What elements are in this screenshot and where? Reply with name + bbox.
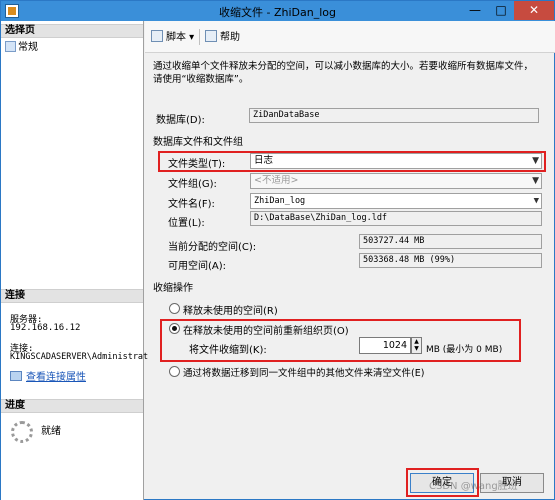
shrink-file-dialog: 收缩文件 - ZhiDan_log — □ ✕ 选择页 常规 连接 服务器: 1…	[0, 0, 555, 500]
script-icon	[151, 30, 163, 42]
title-bar[interactable]: 收缩文件 - ZhiDan_log — □ ✕	[1, 1, 554, 21]
page-icon	[5, 41, 16, 52]
watermark: CSDN @wang胜班	[429, 481, 518, 492]
connection-properties-icon	[10, 371, 22, 381]
close-button[interactable]: ✕	[514, 1, 554, 20]
reorganize-label: 在释放未使用的空间前重新组织页(O)	[183, 326, 349, 337]
chevron-down-icon: ▼	[533, 196, 539, 206]
available-space-field: 503368.48 MB (99%)	[359, 253, 542, 268]
connection-value: KINGSCADASERVER\Administrat	[10, 352, 149, 362]
filegroup-label: 文件组(G):	[168, 179, 217, 190]
location-field: D:\DataBase\ZhiDan_log.ldf	[250, 211, 542, 226]
available-space-label: 可用空间(A):	[168, 261, 227, 272]
database-label: 数据库(D):	[156, 115, 205, 126]
shrink-to-input[interactable]: 1024	[359, 337, 411, 354]
server-value: 192.168.16.12	[10, 323, 81, 333]
filename-label: 文件名(F):	[168, 199, 215, 210]
connection-header: 连接	[1, 289, 143, 303]
shrink-to-spinner[interactable]: ▲ ▼	[411, 337, 422, 354]
filegroup-select: <不适用> ▼	[250, 173, 542, 189]
filegroup-value: <不适用>	[254, 175, 299, 186]
progress-status: 就绪	[41, 426, 61, 437]
help-icon	[205, 30, 217, 42]
file-type-value: 日志	[254, 155, 274, 166]
empty-file-label: 通过将数据迁移到同一文件组中的其他文件来清空文件(E)	[183, 368, 425, 379]
spin-down-icon[interactable]: ▼	[414, 345, 419, 352]
allocated-space-field: 503727.44 MB	[359, 234, 542, 249]
shrink-to-label: 将文件收缩到(K):	[189, 345, 267, 356]
page-item-general[interactable]: 常规	[5, 41, 38, 55]
minimize-button[interactable]: —	[462, 1, 488, 20]
page-item-label: 常规	[18, 42, 38, 53]
reorganize-radio[interactable]	[169, 323, 180, 334]
view-connection-properties-link[interactable]: 查看连接属性	[10, 368, 86, 383]
files-group-header: 数据库文件和文件组	[153, 137, 243, 148]
info-text: 通过收缩单个文件释放未分配的空间，可以减小数据库的大小。若要收缩所有数据库文件，…	[153, 61, 534, 85]
shrink-action-header: 收缩操作	[153, 283, 193, 294]
help-button[interactable]: 帮助	[205, 30, 240, 44]
left-panel: 选择页 常规 连接 服务器: 192.168.16.12 连接: KINGSCA…	[1, 21, 148, 500]
progress-spinner-icon	[11, 421, 33, 443]
release-unused-label: 释放未使用的空间(R)	[183, 306, 278, 317]
filename-value: ZhiDan_log	[254, 196, 306, 206]
script-label: 脚本 ▾	[166, 32, 195, 43]
toolbar-separator	[199, 29, 200, 45]
script-button[interactable]: 脚本 ▾	[151, 30, 194, 44]
select-page-header: 选择页	[1, 24, 143, 38]
progress-header: 进度	[1, 399, 143, 413]
view-connection-properties-label: 查看连接属性	[26, 372, 86, 383]
file-type-select[interactable]: 日志 ▼	[250, 153, 542, 169]
toolbar: 脚本 ▾ 帮助	[145, 21, 555, 53]
empty-file-radio[interactable]	[169, 366, 180, 377]
allocated-space-label: 当前分配的空间(C):	[168, 242, 257, 253]
shrink-to-unit: MB (最小为 0 MB)	[426, 345, 503, 355]
spin-up-icon[interactable]: ▲	[414, 338, 419, 345]
maximize-button[interactable]: □	[488, 1, 514, 20]
release-unused-radio[interactable]	[169, 303, 180, 314]
database-field: ZiDanDataBase	[249, 108, 539, 123]
chevron-down-icon: ▼	[532, 156, 539, 166]
location-label: 位置(L):	[168, 218, 205, 229]
file-type-label: 文件类型(T):	[168, 159, 226, 170]
help-label: 帮助	[220, 32, 240, 43]
filename-select[interactable]: ZhiDan_log ▼	[250, 193, 542, 209]
chevron-down-icon: ▼	[532, 176, 539, 186]
